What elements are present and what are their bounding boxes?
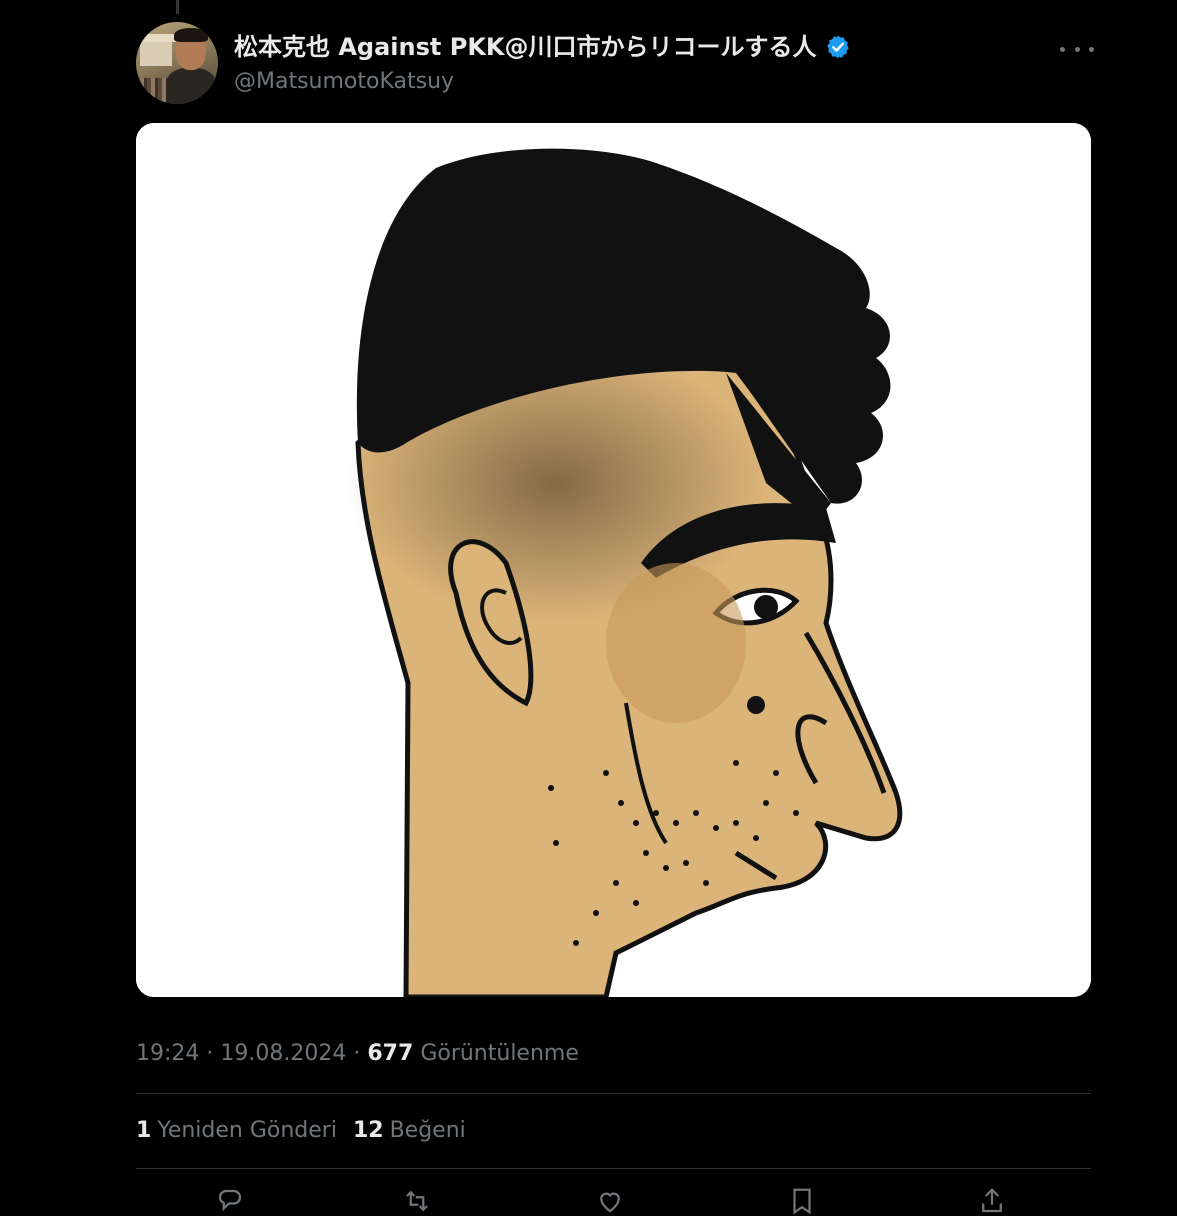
likes-count: 12	[352, 1118, 384, 1143]
share-icon[interactable]	[976, 1186, 1008, 1216]
likes-stat[interactable]: 12 Beğeni	[353, 1115, 466, 1147]
reply-icon[interactable]	[214, 1186, 246, 1216]
views-count: 677	[367, 1041, 414, 1066]
thread-connector-line	[176, 0, 179, 14]
tweet-time[interactable]: 19:24	[136, 1041, 199, 1066]
author-name[interactable]: 松本克也 Against PKK@川口市からリコールする人	[234, 30, 817, 64]
action-bar	[136, 1186, 1091, 1216]
repost-icon[interactable]	[401, 1186, 433, 1216]
reposts-count: 1	[136, 1118, 152, 1143]
caricature-illustration	[136, 123, 1091, 997]
reposts-label: Yeniden Gönderi	[157, 1118, 337, 1143]
avatar-background-building	[136, 34, 176, 66]
author-name-row[interactable]: 松本克也 Against PKK@川口市からリコールする人	[234, 30, 851, 64]
divider	[136, 1093, 1091, 1094]
meta-separator: ·	[206, 1041, 214, 1066]
engagement-stats: 1 Yeniden Gönderi 12 Beğeni	[136, 1115, 466, 1147]
author-handle[interactable]: @MatsumotoKatsuy	[234, 66, 454, 98]
avatar-hair	[174, 28, 208, 42]
tweet-metadata: 19:24 · 19.08.2024 · 677 Görüntülenme	[136, 1038, 579, 1070]
bookmark-icon[interactable]	[786, 1186, 818, 1216]
meta-separator: ·	[353, 1041, 361, 1066]
author-avatar[interactable]	[136, 22, 218, 104]
tweet-date[interactable]: 19.08.2024	[220, 1041, 346, 1066]
cheek-shadow	[606, 563, 746, 723]
avatar-body	[166, 68, 216, 104]
more-dot	[1089, 46, 1094, 52]
reposts-stat[interactable]: 1 Yeniden Gönderi	[136, 1115, 337, 1147]
more-options-icon[interactable]	[1060, 36, 1094, 62]
views-label: Görüntülenme	[420, 1041, 579, 1066]
verified-badge-icon[interactable]	[825, 34, 851, 60]
like-icon[interactable]	[594, 1186, 626, 1216]
more-dot	[1074, 46, 1080, 52]
tweet-image[interactable]	[136, 123, 1091, 997]
eye-pupil	[754, 595, 778, 619]
likes-label: Beğeni	[389, 1118, 466, 1143]
more-dot	[1060, 46, 1065, 52]
mole	[747, 696, 765, 714]
divider	[136, 1168, 1091, 1169]
